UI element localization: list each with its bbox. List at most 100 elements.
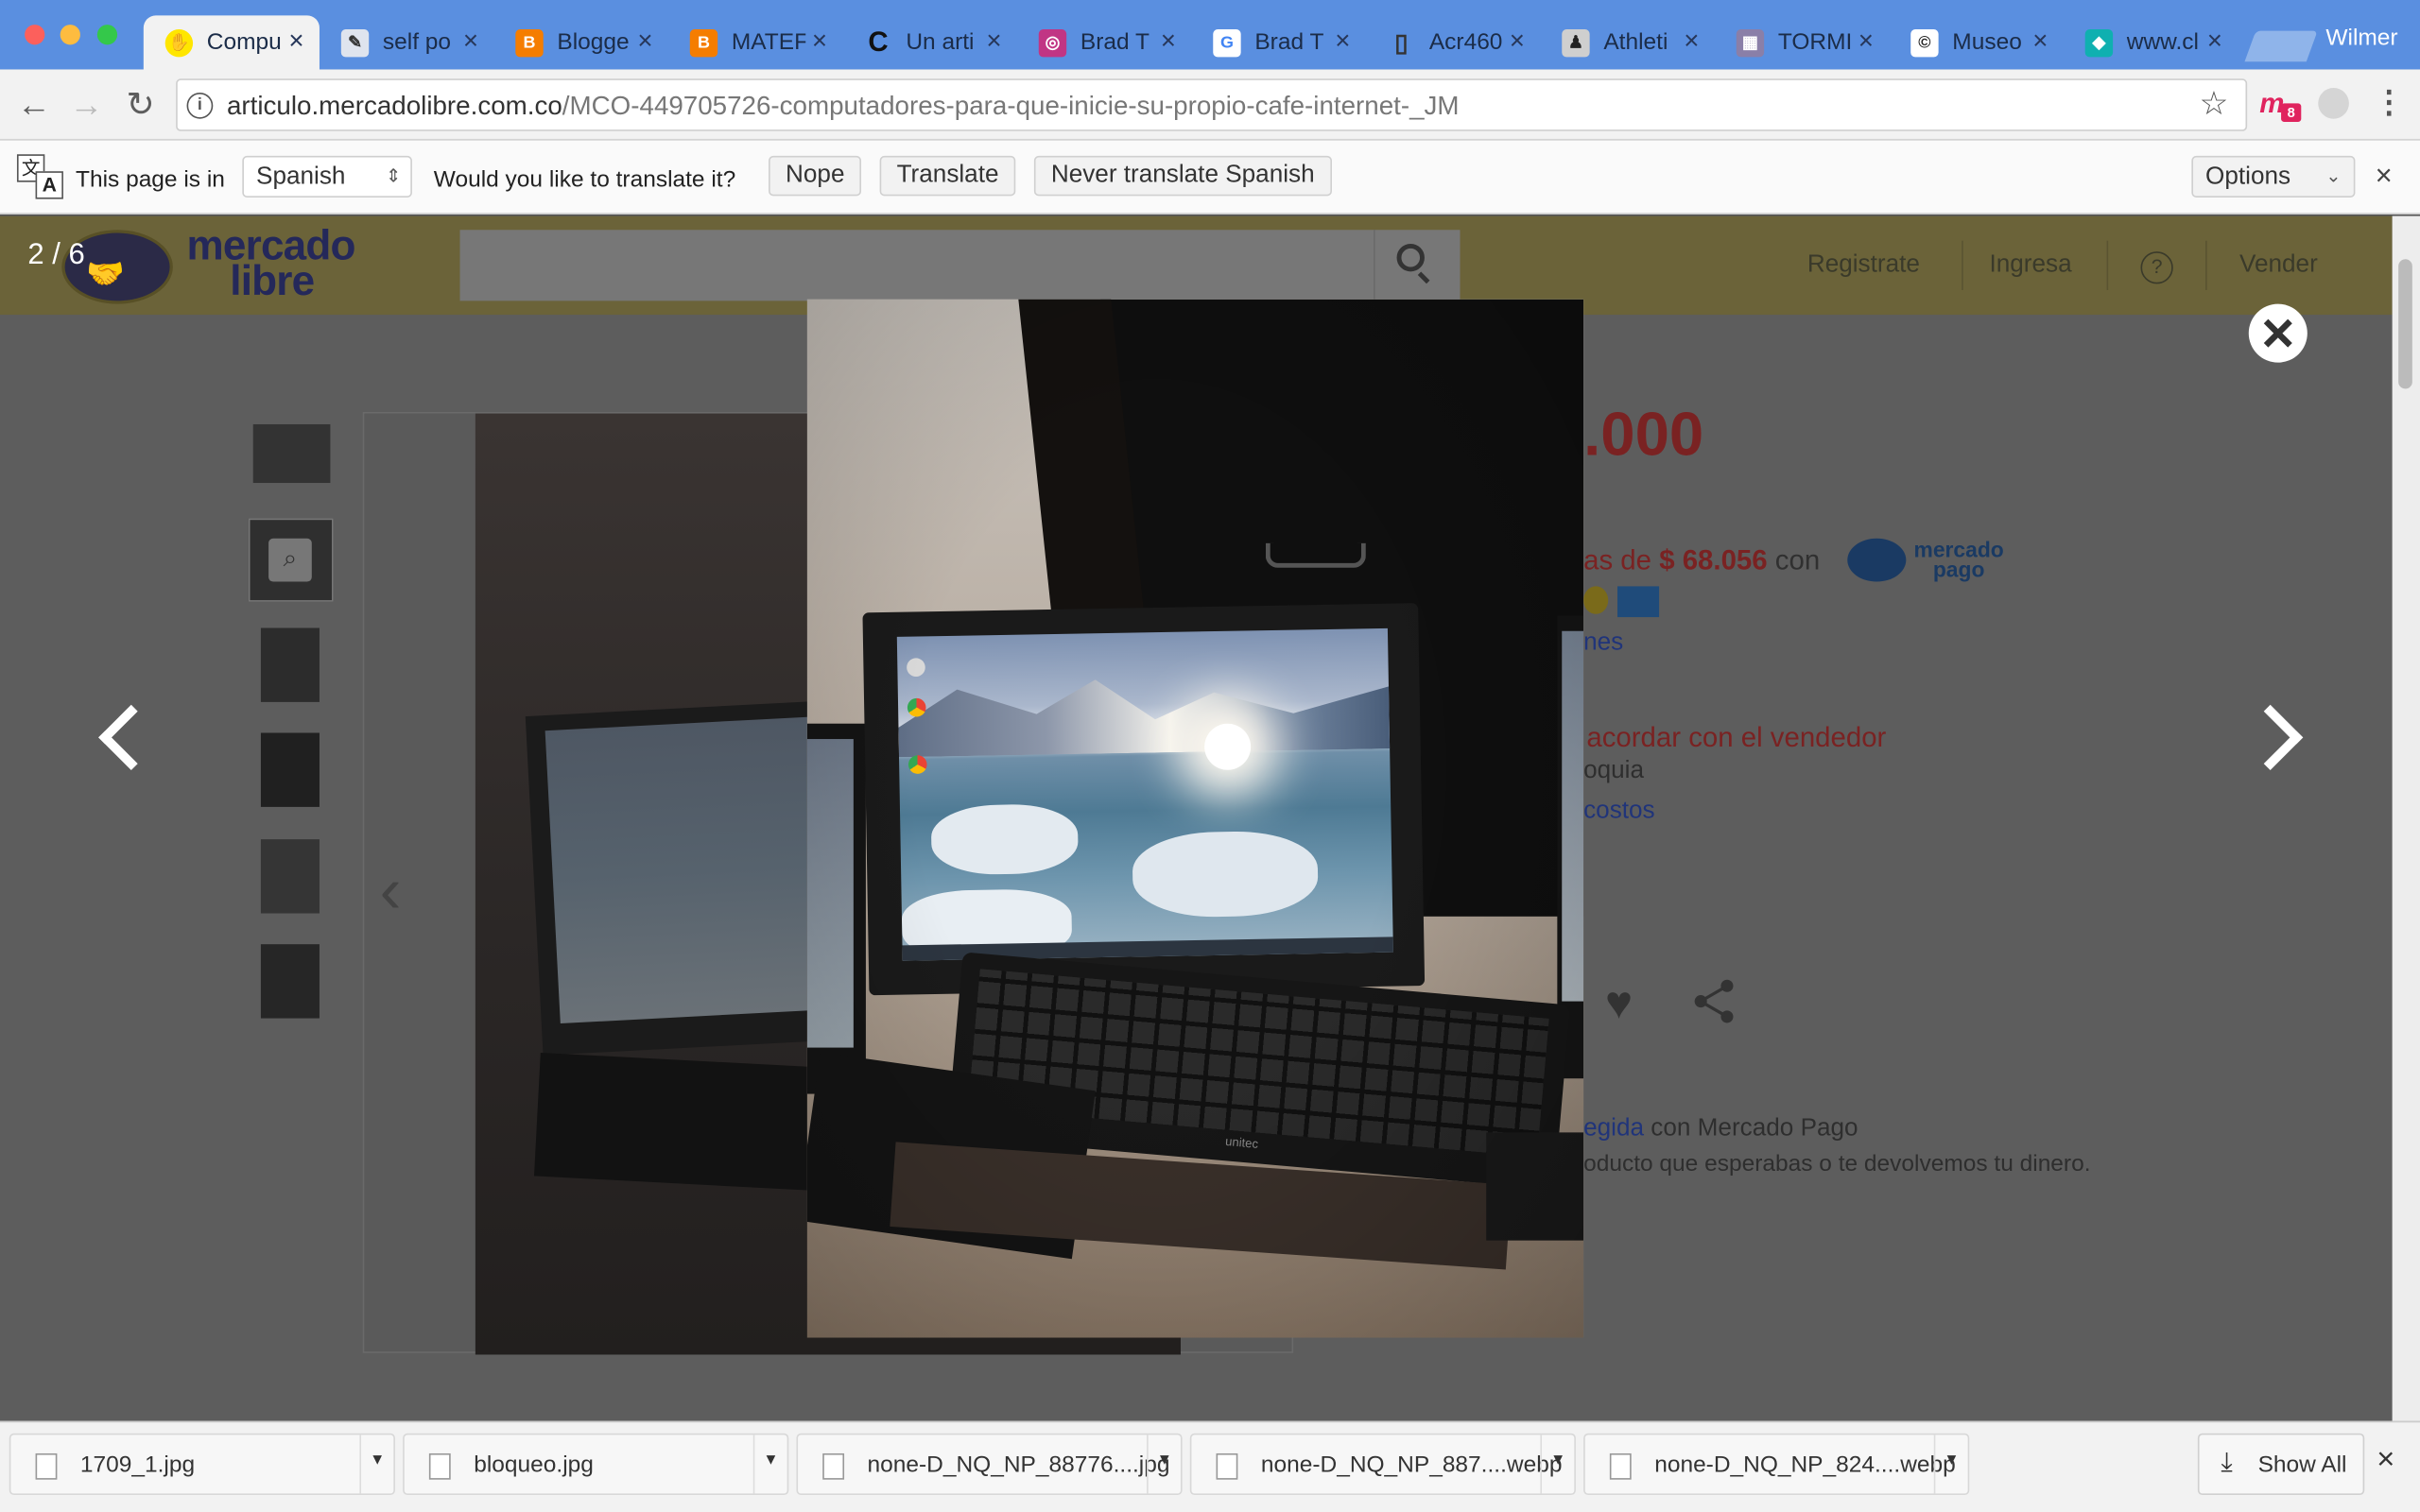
browser-tab[interactable]: B Blogge × xyxy=(493,15,667,69)
thumbnail[interactable] xyxy=(260,944,320,1019)
forward-arrow-icon[interactable]: → xyxy=(66,85,106,125)
help-icon[interactable]: ? xyxy=(2140,251,2173,284)
menu-kebab-icon[interactable]: ⋮ xyxy=(2374,83,2405,122)
share-icon[interactable] xyxy=(1694,979,1735,1023)
browser-tab[interactable]: ◆ www.cl × xyxy=(2064,15,2238,69)
close-tab-icon[interactable]: × xyxy=(805,27,833,55)
options-select[interactable]: Options ⌄ xyxy=(2191,155,2356,198)
profile-name[interactable]: Wilmer xyxy=(2325,25,2397,51)
browser-tab[interactable]: C Un arti × xyxy=(842,15,1016,69)
installments-amount: $ 68.056 xyxy=(1659,544,1768,576)
reload-icon[interactable]: ↻ xyxy=(120,85,160,125)
download-filename: none-D_NQ_NP_824....webp xyxy=(1654,1452,1956,1479)
lightbox-photo[interactable]: unitec xyxy=(806,299,1584,1338)
card-logo-icon xyxy=(1583,586,1609,614)
thumbnail[interactable] xyxy=(260,839,320,914)
download-menu-caret-icon[interactable]: ▼ xyxy=(752,1435,787,1494)
browser-tab[interactable]: © Museo × xyxy=(1889,15,2063,69)
close-window-button[interactable] xyxy=(25,25,45,45)
document-file-icon xyxy=(1216,1452,1238,1480)
login-link[interactable]: Ingresa xyxy=(1989,251,2071,279)
shipping-costs-link[interactable]: costos xyxy=(1583,798,1655,825)
lightbox-next-arrow-icon[interactable] xyxy=(2235,695,2327,802)
thumbnail[interactable] xyxy=(260,627,320,702)
download-menu-caret-icon[interactable]: ▼ xyxy=(1933,1435,1968,1494)
translate-button[interactable]: Translate xyxy=(879,155,1016,197)
browser-tab[interactable]: ✎ self po × xyxy=(320,15,493,69)
thumbnail-selected[interactable]: ⌕ xyxy=(248,518,334,602)
favorite-heart-icon[interactable]: ♥ xyxy=(1605,978,1633,1031)
address-bar[interactable]: i articulo.mercadolibre.com.co/MCO-44970… xyxy=(176,78,2248,131)
download-menu-caret-icon[interactable]: ▼ xyxy=(1540,1435,1574,1494)
close-tab-icon[interactable]: × xyxy=(1329,27,1357,55)
close-downloads-bar-icon[interactable]: × xyxy=(2377,1443,2394,1479)
chevron-down-icon: ⌄ xyxy=(2325,164,2342,187)
bookmark-star-icon[interactable]: ☆ xyxy=(2200,85,2229,124)
scrollbar-thumb[interactable] xyxy=(2398,259,2412,389)
browser-tab[interactable]: ▯ Acr460 × xyxy=(1366,15,1540,69)
lightbox-prev-arrow-icon[interactable] xyxy=(80,695,173,802)
download-item[interactable]: none-D_NQ_NP_824....webp ▼ xyxy=(1583,1433,1970,1496)
close-tab-icon[interactable]: × xyxy=(283,27,310,55)
browser-tab[interactable]: ♟ Athleti × xyxy=(1540,15,1714,69)
language-select[interactable]: Spanish ⇕ xyxy=(242,155,412,198)
register-link[interactable]: Registrate xyxy=(1807,251,1920,279)
tab-title: TORMI xyxy=(1777,29,1853,56)
browser-tab[interactable]: ◎ Brad T × xyxy=(1017,15,1191,69)
tab-title: Brad T xyxy=(1080,29,1150,56)
close-tab-icon[interactable]: × xyxy=(1678,27,1705,55)
protected-purchase-description: oducto que esperabas o te devolvemos tu … xyxy=(1583,1150,2091,1177)
close-translate-bar-icon[interactable]: × xyxy=(2376,161,2393,195)
shipping-text: a acordar con el vendedor xyxy=(1563,722,1887,753)
nope-button[interactable]: Nope xyxy=(769,155,862,197)
new-tab-button[interactable] xyxy=(2244,30,2318,62)
tab-title: Un arti xyxy=(906,29,975,56)
thumbnail[interactable] xyxy=(260,732,320,807)
more-payment-options-link[interactable]: nes xyxy=(1583,629,1623,657)
download-item[interactable]: none-D_NQ_NP_887....webp ▼ xyxy=(1189,1433,1576,1496)
close-tab-icon[interactable]: × xyxy=(1852,27,1879,55)
thumbnail[interactable] xyxy=(252,423,331,484)
browser-tab[interactable]: ▦ TORMI × xyxy=(1715,15,1889,69)
image-favicon-icon: ✎ xyxy=(340,28,370,57)
lightbox-close-button[interactable] xyxy=(2248,303,2308,363)
close-tab-icon[interactable]: × xyxy=(980,27,1008,55)
close-tab-icon[interactable]: × xyxy=(1503,27,1530,55)
page-scrollbar[interactable] xyxy=(2392,215,2420,1421)
zoom-window-button[interactable] xyxy=(96,25,118,45)
download-item[interactable]: 1709_1.jpg ▼ xyxy=(9,1433,395,1496)
tab-title: www.cl xyxy=(2126,29,2199,56)
close-tab-icon[interactable]: × xyxy=(2027,27,2054,55)
info-icon[interactable]: i xyxy=(186,92,214,119)
search-icon[interactable] xyxy=(1396,243,1425,272)
back-arrow-icon[interactable]: ← xyxy=(14,85,54,125)
never-translate-button[interactable]: Never translate Spanish xyxy=(1033,155,1332,197)
extension-2-icon[interactable] xyxy=(2318,88,2349,119)
translate-icon: 文 A xyxy=(16,154,66,200)
download-menu-caret-icon[interactable]: ▼ xyxy=(1147,1435,1181,1494)
sell-link[interactable]: Vender xyxy=(2239,251,2318,279)
site-logo-text[interactable]: mercado libre xyxy=(187,225,356,302)
image-file-icon xyxy=(35,1452,58,1480)
browser-tab[interactable]: B MATEF × xyxy=(668,15,842,69)
installments-con: con xyxy=(1774,544,1821,576)
extension-badge: 8 xyxy=(2281,103,2302,122)
show-all-button[interactable]: ⤓ Show All xyxy=(2197,1433,2365,1496)
blogger-favicon-icon: B xyxy=(689,28,718,57)
close-tab-icon[interactable]: × xyxy=(1154,27,1182,55)
search-input[interactable] xyxy=(459,230,1461,301)
browser-tab[interactable]: G Brad T × xyxy=(1191,15,1365,69)
gallery-prev-chevron-icon[interactable]: ‹ xyxy=(380,853,402,927)
extension-icon[interactable]: m8 xyxy=(2259,88,2302,122)
download-menu-caret-icon[interactable]: ▼ xyxy=(359,1435,393,1494)
browser-toolbar: ← → ↻ i articulo.mercadolibre.com.co/MCO… xyxy=(0,69,2420,141)
browser-tab[interactable]: ✋ Compu × xyxy=(143,15,320,70)
close-tab-icon[interactable]: × xyxy=(457,27,484,55)
minimize-window-button[interactable] xyxy=(60,25,80,45)
download-item[interactable]: bloqueo.jpg ▼ xyxy=(403,1433,789,1496)
download-item[interactable]: none-D_NQ_NP_88776....jpg ▼ xyxy=(796,1433,1183,1496)
updown-chevron-icon: ⇕ xyxy=(386,164,402,187)
close-tab-icon[interactable]: × xyxy=(631,27,659,55)
close-tab-icon[interactable]: × xyxy=(2201,27,2228,55)
protected-purchase-link[interactable]: egida xyxy=(1583,1115,1644,1142)
